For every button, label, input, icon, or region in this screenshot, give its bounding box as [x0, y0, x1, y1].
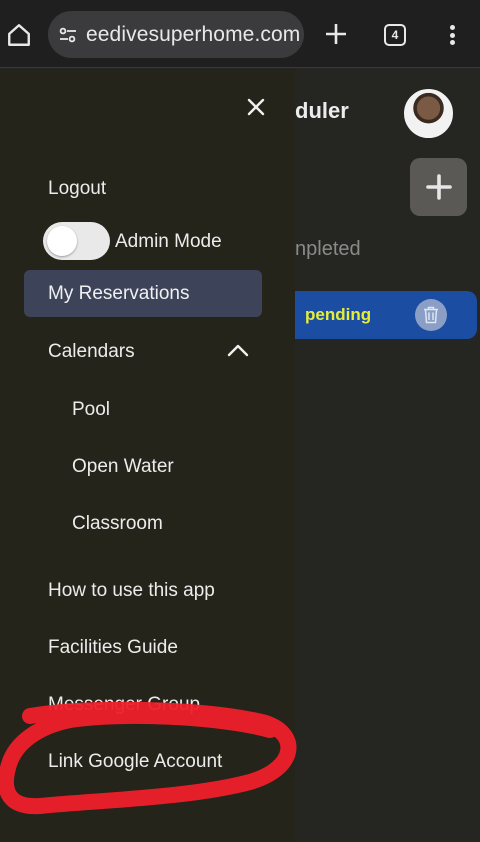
home-icon	[8, 24, 30, 46]
nav-item-messenger-group[interactable]: Messenger Group	[48, 694, 200, 716]
chevron-up-icon[interactable]	[226, 342, 250, 358]
nav-item-how-to-use[interactable]: How to use this app	[48, 580, 215, 602]
nav-item-open-water[interactable]: Open Water	[72, 456, 174, 478]
plus-icon	[326, 24, 346, 44]
tab-count: 4	[391, 28, 399, 42]
nav-item-calendars[interactable]: Calendars	[48, 341, 135, 363]
url-text[interactable]: eedivesuperhome.com	[86, 23, 300, 47]
more-vert-icon	[449, 25, 455, 30]
nav-item-my-reservations[interactable]: My Reservations	[24, 270, 262, 317]
address-bar[interactable]: eedivesuperhome.com	[48, 11, 304, 58]
nav-item-classroom[interactable]: Classroom	[72, 513, 163, 535]
nav-item-label: My Reservations	[48, 283, 190, 304]
add-reservation-button[interactable]	[410, 158, 467, 216]
home-button[interactable]	[4, 16, 34, 54]
plus-icon	[425, 174, 452, 200]
tab-completed[interactable]: npleted	[295, 238, 361, 261]
nav-item-link-google-account[interactable]: Link Google Account	[48, 751, 222, 773]
more-vert-dot	[449, 32, 455, 38]
app-title: duler	[295, 98, 349, 123]
status-badge: pending	[305, 305, 372, 324]
trash-icon	[424, 306, 438, 324]
admin-mode-label: Admin Mode	[115, 231, 222, 252]
logout-link[interactable]: Logout	[48, 178, 106, 200]
toggle-knob	[47, 226, 77, 256]
nav-item-facilities-guide[interactable]: Facilities Guide	[48, 637, 178, 659]
admin-mode-toggle[interactable]	[43, 222, 110, 260]
browser-menu-button[interactable]	[440, 18, 464, 52]
more-vert-dot	[449, 40, 455, 45]
tab-switcher-button[interactable]: 4	[384, 24, 406, 46]
close-icon[interactable]	[244, 95, 268, 119]
new-tab-button[interactable]	[320, 16, 352, 52]
navigation-drawer: Logout Admin Mode My Reservations Calend…	[0, 69, 295, 842]
browser-toolbar: eedivesuperhome.com 4	[0, 0, 480, 68]
delete-button[interactable]	[415, 299, 447, 331]
avatar[interactable]	[404, 89, 453, 138]
site-settings-icon[interactable]	[58, 25, 78, 45]
reservation-card[interactable]: pending	[295, 291, 477, 339]
nav-item-pool[interactable]: Pool	[72, 399, 110, 421]
